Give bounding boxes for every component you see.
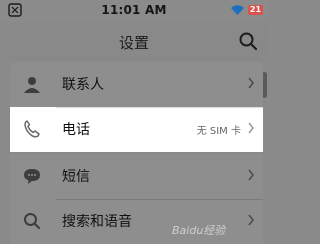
phone-icon — [24, 120, 40, 138]
status-time: 11:01 AM — [101, 3, 167, 17]
chevron-right-icon — [248, 214, 254, 226]
chevron-right-icon — [248, 169, 254, 181]
chevron-right-icon — [248, 77, 254, 89]
wifi-icon — [231, 5, 244, 15]
chevron-right-icon — [248, 122, 254, 134]
message-bubble-icon — [24, 169, 40, 184]
sim-status: 无 SIM 卡 — [196, 126, 241, 137]
list-item-messages[interactable]: 短信 — [10, 154, 263, 199]
search-icon[interactable] — [238, 31, 258, 51]
contact-person-icon — [24, 77, 40, 93]
list-item-label: 联系人 — [62, 77, 104, 93]
search-icon — [24, 213, 41, 230]
list-item-contacts[interactable]: 联系人 — [10, 62, 263, 107]
settings-list: 联系人 电话 无 SIM 卡 短信 搜索和语音 — [10, 62, 263, 244]
page-title: 设置 — [118, 34, 149, 52]
header: 设置 — [0, 22, 268, 62]
list-item-phone[interactable]: 电话 无 SIM 卡 — [10, 107, 263, 152]
watermark: Baidu经验 — [172, 224, 226, 237]
battery-icon: 21 — [248, 5, 263, 15]
list-item-label: 搜索和语音 — [62, 214, 132, 230]
list-item-label: 电话 — [62, 122, 90, 138]
list-item-label: 短信 — [62, 169, 90, 185]
status-bar: 11:01 AM 21 — [0, 0, 268, 22]
